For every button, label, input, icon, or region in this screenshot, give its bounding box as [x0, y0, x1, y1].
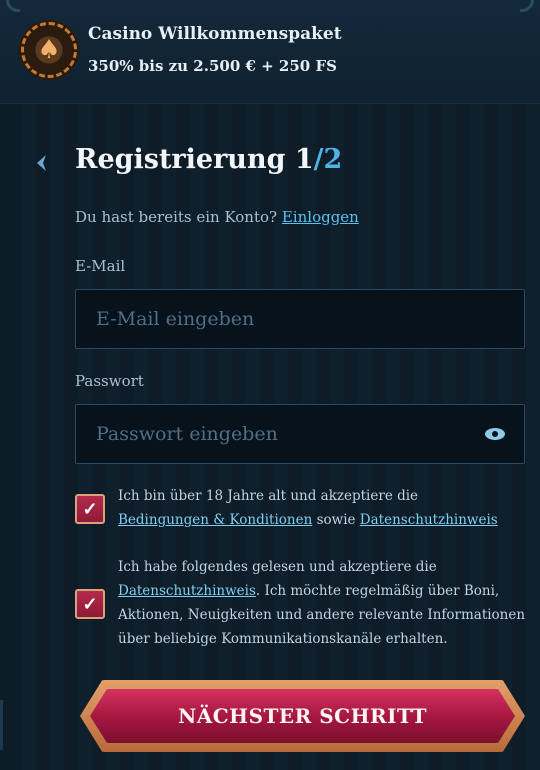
- consent1-text: Ich bin über 18 Jahre alt und akzeptiere…: [118, 488, 419, 504]
- side-ornament: [0, 700, 10, 750]
- password-field[interactable]: Passwort eingeben: [75, 404, 525, 464]
- consent2-text: Ich habe folgendes gelesen und akzeptier…: [118, 559, 437, 575]
- next-step-label: NÄCHSTER SCHRITT: [90, 689, 515, 743]
- promo-banner[interactable]: ♠ Casino Willkommenspaket 350% bis zu 2.…: [0, 0, 540, 104]
- login-prompt: Du hast bereits ein Konto? Einloggen: [75, 208, 359, 226]
- email-placeholder: E-Mail eingeben: [96, 308, 255, 330]
- privacy-link[interactable]: Datenschutzhinweis: [360, 512, 498, 528]
- password-placeholder: Passwort eingeben: [96, 423, 278, 445]
- login-link[interactable]: Einloggen: [282, 208, 359, 226]
- check-icon: ✓: [82, 498, 98, 520]
- age-terms-checkbox[interactable]: ✓: [75, 494, 105, 524]
- check-icon: ✓: [82, 593, 98, 615]
- page-title-main: Registrierung 1: [75, 144, 314, 175]
- spade-icon: ♠: [37, 35, 61, 65]
- consent1-mid: sowie: [316, 512, 356, 528]
- eye-icon[interactable]: [484, 427, 506, 441]
- email-label: E-Mail: [75, 257, 126, 275]
- password-label: Passwort: [75, 372, 144, 390]
- chevron-left-icon[interactable]: [30, 150, 52, 176]
- marketing-consent-checkbox[interactable]: ✓: [75, 589, 105, 619]
- poker-chip-icon: ♠: [21, 22, 77, 78]
- next-step-button[interactable]: NÄCHSTER SCHRITT: [80, 680, 525, 752]
- terms-link[interactable]: Bedingungen & Konditionen: [118, 512, 312, 528]
- corner-ornament-left: [6, 0, 20, 12]
- email-field[interactable]: E-Mail eingeben: [75, 289, 525, 349]
- login-prompt-text: Du hast bereits ein Konto?: [75, 208, 278, 226]
- back-arrow-icon: [37, 155, 46, 171]
- age-terms-consent: Ich bin über 18 Jahre alt und akzeptiere…: [118, 484, 528, 532]
- corner-ornament-right: [520, 0, 534, 12]
- page-title-step: /2: [313, 144, 343, 175]
- privacy-link-2[interactable]: Datenschutzhinweis: [118, 583, 256, 599]
- promo-subtitle: 350% bis zu 2.500 € + 250 FS: [88, 57, 337, 75]
- promo-title: Casino Willkommenspaket: [88, 24, 342, 44]
- marketing-consent: Ich habe folgendes gelesen und akzeptier…: [118, 555, 528, 651]
- page-title: Registrierung 1/2: [75, 144, 342, 175]
